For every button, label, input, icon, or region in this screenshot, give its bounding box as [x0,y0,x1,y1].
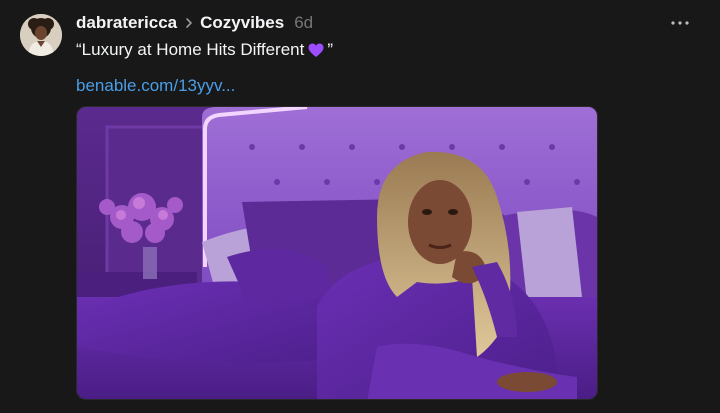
caption-close-quote: ” [327,40,333,59]
post-timestamp[interactable]: 6d [294,13,313,33]
chevron-right-icon [184,17,194,29]
more-options-icon[interactable] [670,14,690,32]
post-caption: “Luxury at Home Hits Different ” [76,40,333,60]
avatar-image [20,14,62,56]
community-name[interactable]: Cozyvibes [200,13,284,33]
thread-post: dabratericca Cozyvibes 6d “Luxury at Hom… [0,0,720,413]
photo-icon [77,107,597,399]
post-image[interactable] [76,106,598,400]
caption-text: “Luxury at Home Hits Different [76,40,305,59]
post-header: dabratericca Cozyvibes 6d [76,12,313,34]
post-link[interactable]: benable.com/13yyv... [76,76,235,96]
username[interactable]: dabratericca [76,13,177,33]
avatar[interactable] [20,14,62,56]
purple-heart-icon [308,43,324,58]
